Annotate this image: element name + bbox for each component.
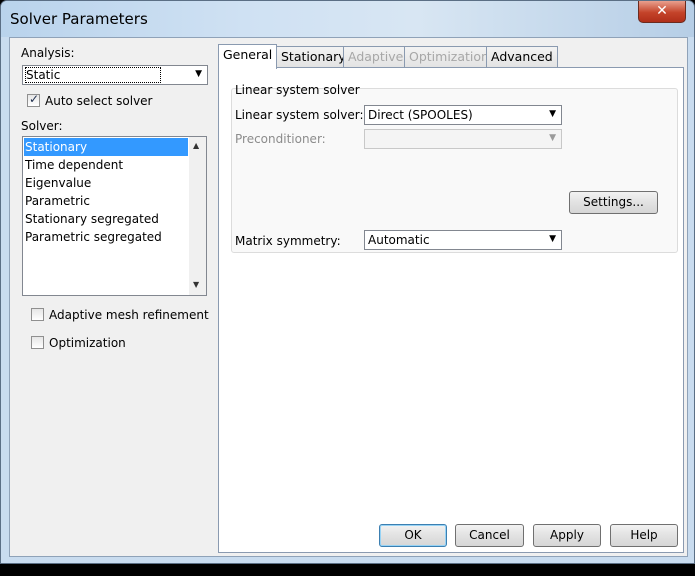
general-tab-panel: Linear system solver Linear system solve…: [218, 67, 684, 553]
tab-adaptive: Adaptive: [343, 46, 409, 68]
solver-item-parametric[interactable]: Parametric: [24, 192, 188, 210]
window-title: Solver Parameters: [10, 10, 148, 28]
solver-list-scrollbar[interactable]: ▲ ▼: [189, 137, 206, 295]
tab-stationary[interactable]: Stationary: [276, 46, 351, 68]
preconditioner-label: Preconditioner:: [235, 132, 326, 146]
solver-item-stationary[interactable]: Stationary: [24, 138, 188, 156]
solver-parameters-window: Solver Parameters ✕ Analysis: Static ▼ ✓…: [0, 0, 695, 564]
chevron-down-icon: ▼: [549, 109, 556, 119]
matrix-symmetry-value: Automatic: [368, 233, 430, 247]
linear-system-solver-select[interactable]: Direct (SPOOLES) ▼: [364, 105, 562, 125]
auto-select-solver-label: Auto select solver: [45, 94, 153, 108]
adaptive-mesh-refinement-label: Adaptive mesh refinement: [49, 308, 209, 322]
linear-system-solver-value: Direct (SPOOLES): [368, 108, 473, 122]
analysis-value: Static: [24, 67, 162, 83]
solver-list[interactable]: Stationary Time dependent Eigenvalue Par…: [22, 136, 207, 296]
cancel-button[interactable]: Cancel: [455, 524, 524, 547]
solver-item-eigenvalue[interactable]: Eigenvalue: [24, 174, 188, 192]
solver-item-stationary-segregated[interactable]: Stationary segregated: [24, 210, 188, 228]
analysis-select[interactable]: Static ▼: [22, 65, 208, 85]
help-button[interactable]: Help: [610, 524, 678, 547]
dialog-client-area: Analysis: Static ▼ ✓ Auto select solver …: [9, 37, 688, 557]
linear-system-solver-label: Linear system solver:: [235, 108, 364, 122]
tab-optimization: Optimization: [404, 46, 494, 68]
chevron-down-icon: ▼: [195, 69, 202, 79]
chevron-down-icon: ▼: [549, 234, 556, 244]
close-button[interactable]: ✕: [638, 1, 686, 23]
solver-label: Solver:: [21, 119, 63, 133]
title-bar[interactable]: Solver Parameters ✕: [1, 1, 694, 37]
optimization-label: Optimization: [49, 336, 126, 350]
scroll-down-icon[interactable]: ▼: [193, 280, 199, 289]
close-icon: ✕: [656, 3, 668, 19]
apply-button[interactable]: Apply: [533, 524, 601, 547]
solver-item-parametric-segregated[interactable]: Parametric segregated: [24, 228, 188, 246]
analysis-label: Analysis:: [21, 46, 75, 60]
settings-button[interactable]: Settings...: [569, 191, 658, 214]
tab-advanced[interactable]: Advanced: [486, 46, 558, 68]
chevron-down-icon: ▼: [549, 133, 556, 143]
scroll-up-icon[interactable]: ▲: [193, 141, 199, 150]
auto-select-solver-checkbox[interactable]: ✓: [27, 92, 40, 107]
matrix-symmetry-select[interactable]: Automatic ▼: [364, 230, 562, 250]
matrix-symmetry-label: Matrix symmetry:: [235, 234, 341, 248]
tab-general[interactable]: General: [218, 44, 278, 69]
ok-button[interactable]: OK: [379, 524, 447, 547]
adaptive-mesh-refinement-checkbox[interactable]: [31, 308, 44, 321]
optimization-checkbox[interactable]: [31, 336, 44, 349]
preconditioner-select: ▼: [364, 129, 562, 149]
group-title: Linear system solver: [235, 83, 360, 97]
checkmark-icon: ✓: [29, 92, 40, 106]
solver-item-time-dependent[interactable]: Time dependent: [24, 156, 188, 174]
